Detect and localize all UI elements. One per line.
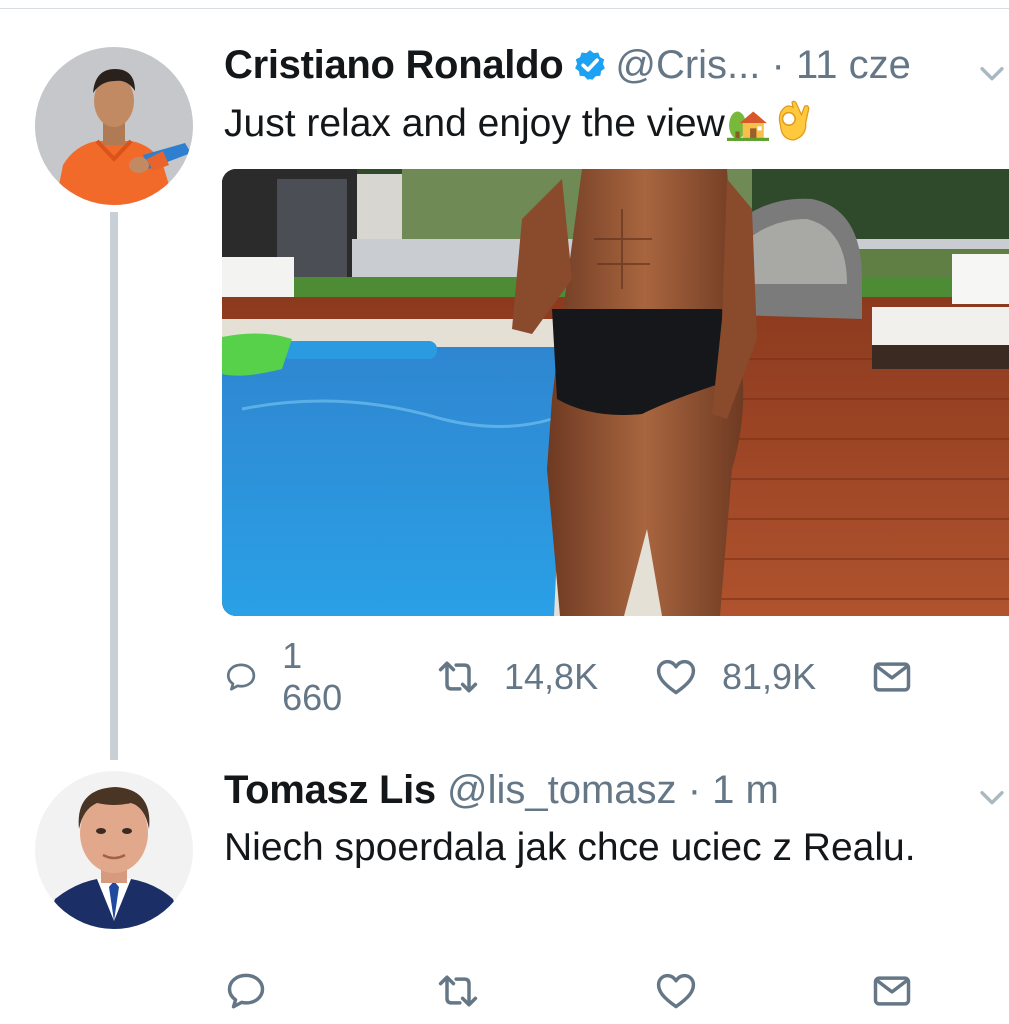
reply-action[interactable]: 1 660 bbox=[224, 635, 352, 718]
top-divider bbox=[0, 8, 1009, 9]
avatar-cristiano-ronaldo[interactable] bbox=[35, 47, 193, 205]
direct-message-action[interactable] bbox=[870, 966, 914, 1016]
reply-header: Tomasz Lis @lis_tomasz · 1 m bbox=[224, 766, 779, 814]
reply-timestamp[interactable]: 1 m bbox=[712, 768, 779, 812]
reply-action[interactable] bbox=[224, 966, 292, 1016]
direct-message-action[interactable] bbox=[870, 652, 914, 702]
ok-hand-emoji-icon bbox=[778, 100, 810, 141]
author-handle[interactable]: @Cris... bbox=[615, 43, 760, 87]
house-with-garden-emoji-icon bbox=[726, 111, 769, 141]
like-count: 81,9K bbox=[722, 656, 817, 697]
tweet-header: Cristiano Ronaldo @Cris... · 11 cze bbox=[224, 41, 911, 89]
retweet-icon[interactable] bbox=[436, 655, 480, 699]
reply-author-name[interactable]: Tomasz Lis bbox=[224, 768, 436, 812]
tweet-text-content: Just relax and enjoy the view bbox=[224, 102, 725, 145]
separator-dot: · bbox=[771, 43, 785, 87]
reply-icon[interactable] bbox=[224, 969, 268, 1013]
retweet-count: 14,8K bbox=[504, 656, 599, 697]
verified-badge-icon bbox=[575, 50, 606, 80]
like-action[interactable]: 81,9K bbox=[654, 652, 816, 702]
avatar-tomasz-lis[interactable] bbox=[35, 771, 193, 929]
heart-icon[interactable] bbox=[654, 655, 698, 699]
tweet-photo[interactable] bbox=[222, 169, 1009, 616]
chevron-down-icon[interactable] bbox=[975, 780, 1009, 814]
reply-count: 1 660 bbox=[282, 635, 343, 718]
reply-separator-dot: · bbox=[687, 768, 702, 812]
reply-author-handle[interactable]: @lis_tomasz bbox=[447, 768, 677, 812]
retweet-action[interactable] bbox=[436, 966, 504, 1016]
chevron-down-icon[interactable] bbox=[975, 56, 1009, 90]
like-action[interactable] bbox=[654, 966, 722, 1016]
retweet-action[interactable]: 14,8K bbox=[436, 652, 598, 702]
tweet-text: Just relax and enjoy the view bbox=[224, 100, 813, 148]
author-name[interactable]: Cristiano Ronaldo bbox=[224, 43, 564, 87]
thread-connector-line bbox=[110, 212, 118, 760]
timestamp[interactable]: 11 cze bbox=[796, 43, 911, 87]
pool-photo-image bbox=[222, 169, 1009, 616]
retweet-icon[interactable] bbox=[436, 969, 480, 1013]
envelope-icon[interactable] bbox=[870, 655, 914, 699]
heart-icon[interactable] bbox=[654, 969, 698, 1013]
reply-text: Niech spoerdala jak chce uciec z Realu. bbox=[224, 826, 916, 869]
envelope-icon[interactable] bbox=[870, 969, 914, 1013]
reply-icon[interactable] bbox=[224, 655, 258, 699]
